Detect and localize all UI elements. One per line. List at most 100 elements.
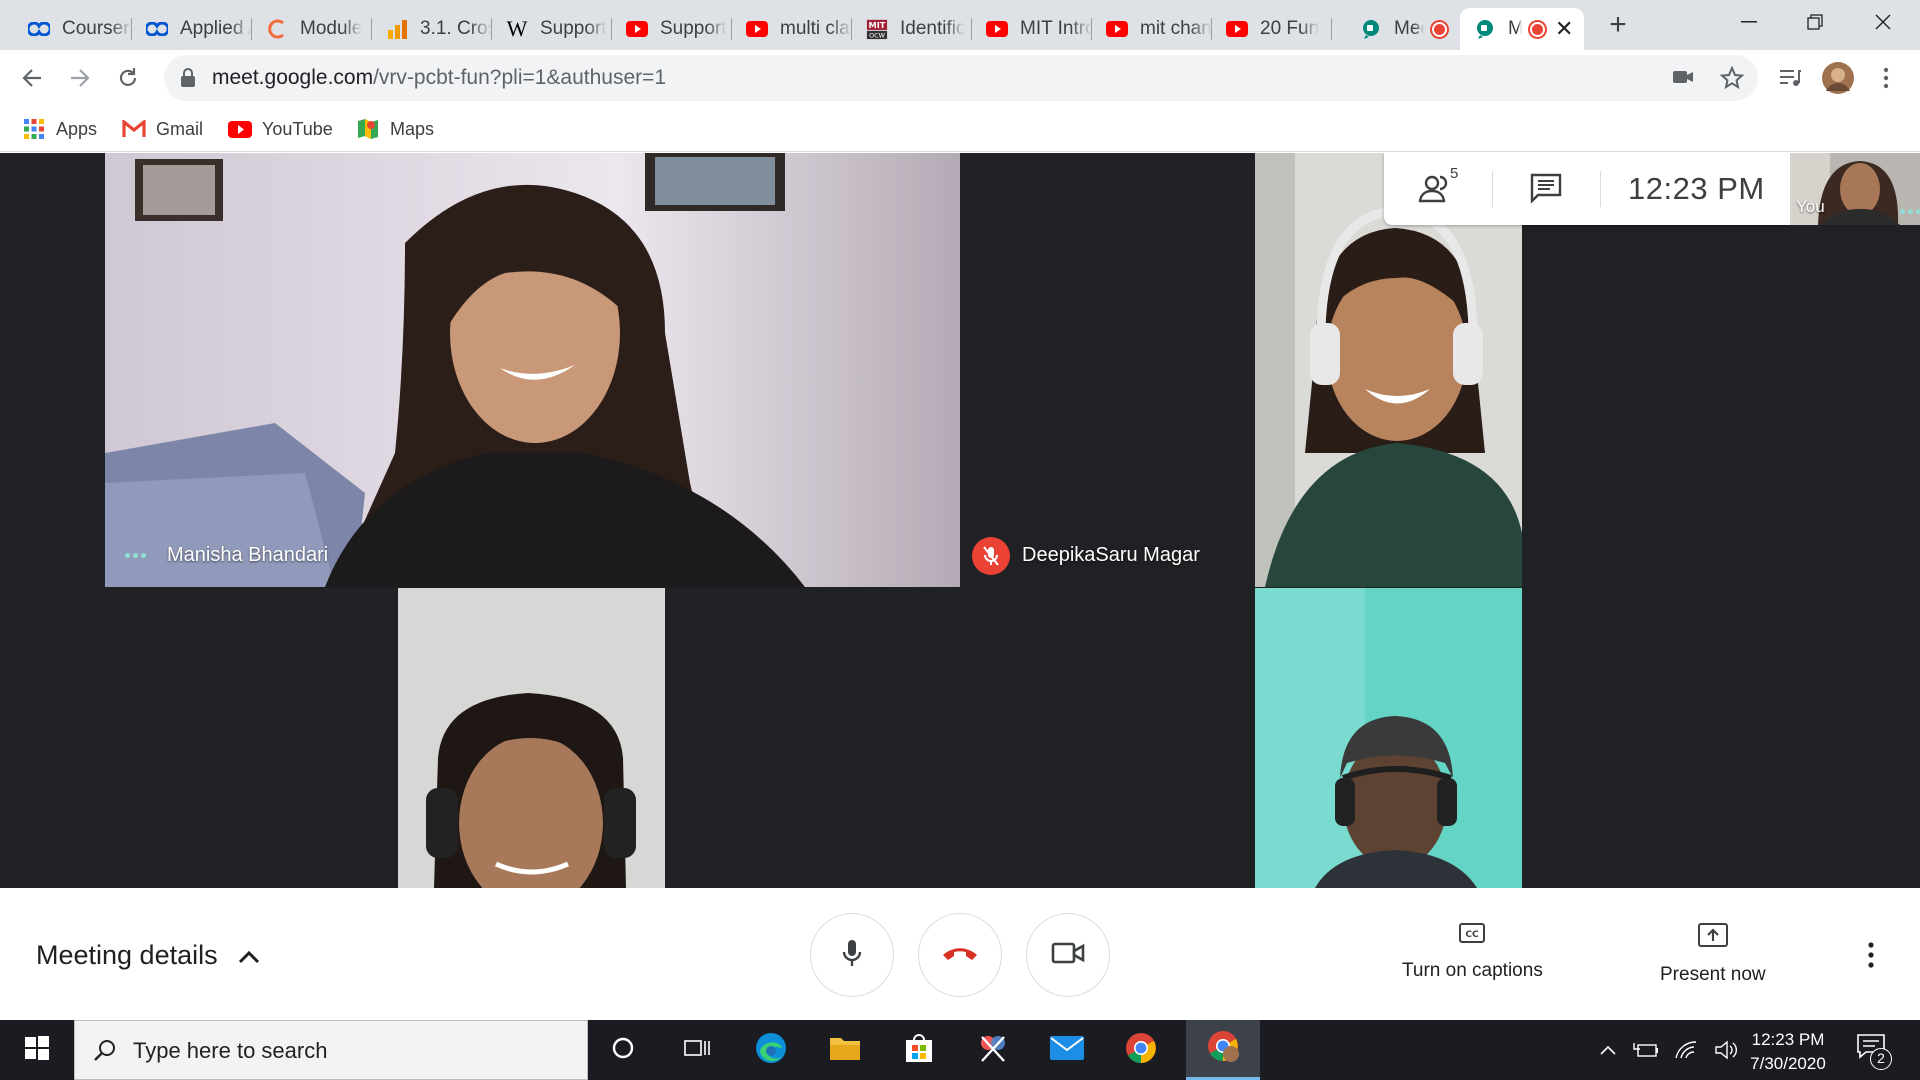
muted-mic-icon (972, 537, 1010, 575)
task-view-icon (683, 1037, 711, 1064)
reload-button[interactable] (108, 58, 148, 98)
clock-time: 12:23 PM (1751, 1030, 1825, 1049)
participant-tile[interactable]: DeepikaSaru Magar (960, 153, 1255, 587)
windows-taskbar: Type here to search 12:23 PM 7/30/2020 2 (0, 1020, 1920, 1080)
browser-toolbar: meet.google.com/vrv-pcbt-fun?pli=1&authu… (0, 50, 1920, 106)
recording-indicator-icon (1432, 21, 1447, 37)
camera-in-use-icon[interactable] (1672, 68, 1694, 91)
leave-call-button[interactable] (918, 913, 1002, 997)
taskbar-file-explorer[interactable] (808, 1020, 882, 1080)
taskbar-mail[interactable] (1030, 1020, 1104, 1080)
captions-label: Turn on captions (1402, 960, 1543, 981)
folder-icon (829, 1035, 861, 1066)
meeting-info-panel: 5 12:23 PM (1384, 153, 1790, 225)
svg-text:MIT: MIT (869, 20, 886, 30)
browser-tab[interactable]: MIT Intro (972, 8, 1092, 50)
snip-sketch-icon (976, 1031, 1010, 1070)
participant-tile[interactable] (398, 588, 665, 888)
search-placeholder: Type here to search (133, 1038, 328, 1063)
start-button[interactable] (0, 1020, 74, 1080)
browser-tab[interactable]: 20 Fun (1212, 8, 1332, 50)
cortana-button[interactable] (586, 1020, 660, 1080)
hang-up-icon (941, 945, 979, 966)
action-center-button[interactable]: 2 (1856, 1032, 1896, 1072)
task-view-button[interactable] (660, 1020, 734, 1080)
maps-icon (356, 117, 380, 141)
meet-video-grid: Manisha Bhandari DeepikaSaru Magar 5 12:… (0, 153, 1920, 888)
browser-tab[interactable]: multi class (732, 8, 852, 50)
taskbar-clock[interactable]: 12:23 PM 7/30/2020 (1728, 1028, 1848, 1076)
chrome-profile-icon (1206, 1029, 1240, 1068)
browser-tab[interactable]: Module (252, 8, 372, 50)
media-control-icon[interactable] (1770, 58, 1810, 98)
clock-date: 7/30/2020 (1750, 1054, 1826, 1073)
browser-tab[interactable]: W Support (492, 8, 612, 50)
forward-button[interactable] (60, 58, 100, 98)
browser-tab[interactable]: MIT OCW Identific (852, 8, 972, 50)
close-window-button[interactable] (1850, 0, 1916, 44)
taskbar-store[interactable] (882, 1020, 956, 1080)
microphone-icon (841, 938, 863, 973)
microphone-button[interactable] (810, 913, 894, 997)
meeting-clock: 12:23 PM (1628, 171, 1765, 206)
youtube-icon (1106, 18, 1128, 40)
taskbar-snip[interactable] (956, 1020, 1030, 1080)
star-bookmark-icon[interactable] (1719, 65, 1745, 95)
taskbar-chrome[interactable] (1104, 1020, 1178, 1080)
browser-tab[interactable]: 3.1. Cross (372, 8, 492, 50)
url-path: /vrv-pcbt-fun?pli=1&authuser=1 (373, 66, 667, 89)
bookmark-youtube[interactable]: YouTube (228, 114, 333, 144)
bookmark-gmail[interactable]: Gmail (122, 114, 203, 144)
browser-tab[interactable]: mit chan (1092, 8, 1212, 50)
camera-button[interactable] (1026, 913, 1110, 997)
new-tab-button[interactable]: + (1604, 8, 1632, 42)
participant-tile[interactable]: Manisha Bhandari (105, 153, 960, 587)
notification-count-badge: 2 (1870, 1048, 1892, 1070)
system-tray (1590, 1020, 1746, 1080)
meeting-details-button[interactable]: Meeting details (36, 940, 260, 971)
close-tab-icon[interactable]: ✕ (1555, 16, 1573, 42)
participant-name: Manisha Bhandari (167, 544, 329, 566)
svg-text:OCW: OCW (869, 31, 886, 39)
apps-grid-icon (22, 117, 46, 141)
browser-tab-meet[interactable]: Meet (1346, 8, 1458, 50)
taskbar-edge[interactable] (734, 1020, 808, 1080)
recording-indicator-icon (1530, 21, 1545, 37)
back-button[interactable] (12, 58, 52, 98)
self-label: You (1796, 197, 1825, 216)
wifi-icon[interactable] (1666, 1040, 1706, 1060)
captions-button[interactable]: CC Turn on captions (1402, 922, 1543, 982)
chat-icon[interactable] (1530, 173, 1562, 208)
bookmark-apps[interactable]: Apps (22, 114, 97, 144)
present-now-button[interactable]: Present now (1660, 922, 1766, 986)
meet-controls-bar: Meeting details CC Turn on captions Pres… (0, 888, 1920, 1020)
self-view-tile[interactable]: You (1790, 153, 1920, 225)
browser-menu-icon[interactable] (1866, 58, 1906, 98)
battery-icon[interactable] (1626, 1041, 1666, 1059)
participant-name: DeepikaSaru Magar (1022, 544, 1200, 566)
more-options-icon[interactable] (1868, 942, 1874, 973)
taskbar-search[interactable]: Type here to search (74, 1020, 588, 1080)
taskbar-chrome-meet-active[interactable] (1186, 1020, 1260, 1080)
speaking-indicator-icon (125, 553, 146, 558)
browser-tab[interactable]: Applied AI (132, 8, 252, 50)
restore-button[interactable] (1782, 0, 1848, 44)
meet-icon (1474, 18, 1496, 40)
profile-avatar[interactable] (1818, 58, 1858, 98)
minimize-button[interactable] (1716, 0, 1782, 44)
browser-tab[interactable]: Support (612, 8, 732, 50)
participant-video (1255, 588, 1522, 888)
participant-video (398, 588, 665, 888)
coursera-icon (28, 18, 50, 40)
lock-icon (180, 68, 196, 93)
bookmark-maps[interactable]: Maps (356, 114, 434, 144)
youtube-icon (626, 18, 648, 40)
participant-tile[interactable] (1255, 588, 1522, 888)
show-hidden-icons-icon[interactable] (1590, 1045, 1626, 1055)
browser-tab[interactable]: Coursera (14, 8, 132, 50)
coursera-icon (146, 18, 168, 40)
browser-tab-meet-active[interactable]: Meet ✕ (1460, 8, 1584, 50)
meeting-details-label: Meeting details (36, 940, 218, 970)
address-bar[interactable]: meet.google.com/vrv-pcbt-fun?pli=1&authu… (164, 55, 1758, 101)
url-host: meet.google.com (212, 66, 374, 89)
